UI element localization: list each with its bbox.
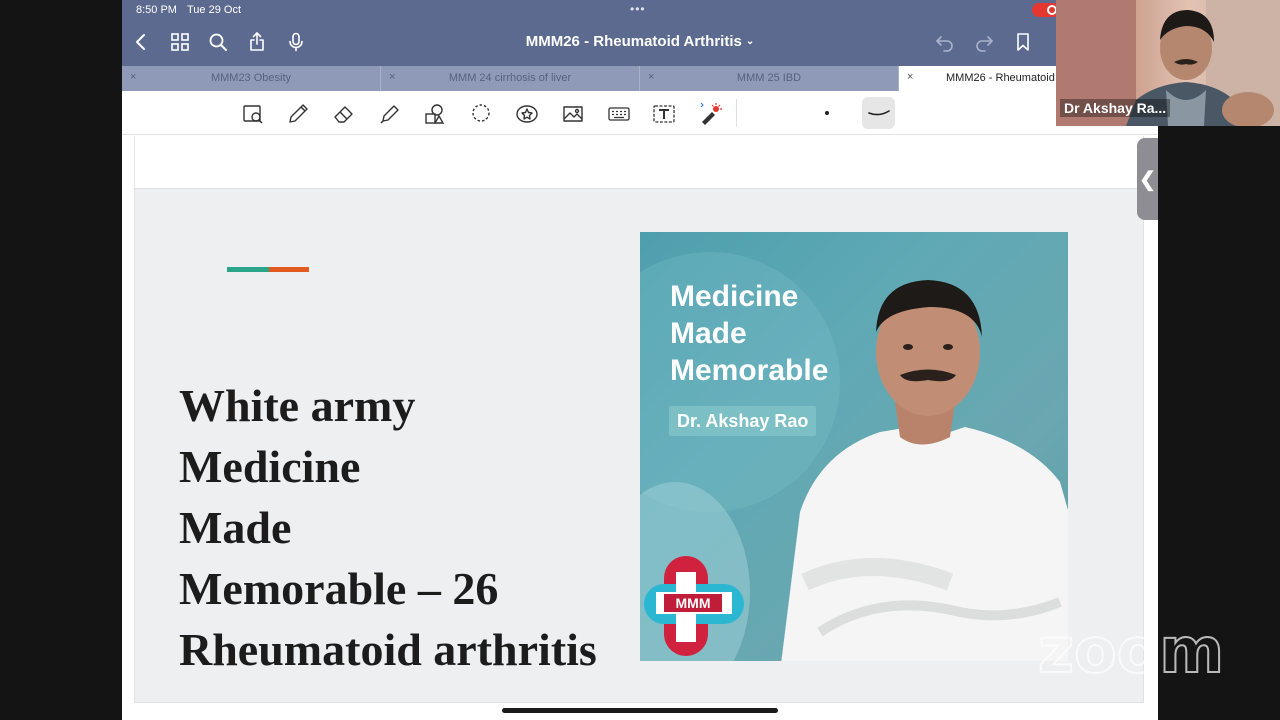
zoom-lasso-icon bbox=[243, 105, 263, 124]
annotation-toolbar bbox=[122, 91, 1158, 135]
accent-line-teal bbox=[227, 267, 269, 272]
cover-author-label: Dr. Akshay Rao bbox=[669, 406, 817, 436]
cover-heading-line: Medicine bbox=[670, 280, 799, 313]
image-tool[interactable] bbox=[560, 101, 586, 127]
microphone-button[interactable] bbox=[285, 31, 307, 53]
highlighter-icon bbox=[380, 105, 399, 124]
tab-mmm25-ibd[interactable]: × MMM 25 IBD bbox=[640, 66, 899, 91]
screen: 8:50 PM Tue 29 Oct ••• MMM26 - Rheumatoi… bbox=[0, 0, 1280, 720]
lasso-tool[interactable] bbox=[468, 101, 494, 127]
slide-title-line: Made bbox=[179, 502, 292, 553]
tab-mmm24-cirrhosis[interactable]: × MMM 24 cirrhosis of liver bbox=[381, 66, 640, 91]
slide-title-line: Rheumatoid arthritis bbox=[179, 624, 597, 675]
stroke-style-selector[interactable] bbox=[862, 97, 895, 129]
stroke-size-dot-icon[interactable] bbox=[825, 111, 829, 115]
toolbar-divider bbox=[736, 99, 737, 127]
top-navigation-bar: 8:50 PM Tue 29 Oct ••• MMM26 - Rheumatoi… bbox=[122, 0, 1158, 66]
slide-page[interactable]: White army Medicine Made Memorable – 26 … bbox=[134, 188, 1144, 703]
microphone-icon bbox=[289, 32, 303, 52]
image-icon bbox=[563, 106, 583, 122]
redo-icon bbox=[976, 36, 993, 52]
slide-title-line: Memorable – 26 bbox=[179, 563, 499, 614]
document-title-button[interactable]: MMM26 - Rheumatoid Arthritis ⌄ bbox=[526, 33, 755, 50]
participant-name-label: Dr Akshay Ra... bbox=[1060, 99, 1171, 117]
laser-pointer-tool[interactable] bbox=[697, 101, 723, 127]
undo-button[interactable] bbox=[934, 31, 956, 53]
shapes-icon bbox=[425, 104, 445, 124]
back-chevron-icon bbox=[136, 34, 145, 50]
text-box-icon bbox=[653, 105, 675, 123]
bookmark-button[interactable] bbox=[1012, 31, 1034, 53]
accent-line-orange bbox=[269, 267, 309, 272]
cover-heading-line: Made bbox=[670, 317, 747, 350]
tab-label: MMM 25 IBD bbox=[736, 72, 802, 84]
lasso-icon bbox=[472, 104, 490, 122]
multitasking-dots[interactable]: ••• bbox=[630, 2, 646, 16]
redo-button[interactable] bbox=[973, 31, 995, 53]
document-tab-bar: × MMM23 Obesity × MMM 24 cirrhosis of li… bbox=[122, 66, 1158, 91]
curve-stroke-icon bbox=[867, 110, 890, 116]
tab-mmm23-obesity[interactable]: × MMM23 Obesity bbox=[122, 66, 381, 91]
mmm-cross-logo: MMM bbox=[644, 556, 744, 656]
document-canvas[interactable]: White army Medicine Made Memorable – 26 … bbox=[122, 136, 1158, 720]
status-time: 8:50 PM bbox=[136, 4, 177, 16]
grid-icon bbox=[171, 33, 189, 51]
undo-icon bbox=[936, 36, 953, 52]
bookmark-icon bbox=[1017, 33, 1029, 51]
keyboard-tool[interactable] bbox=[606, 101, 632, 127]
slide-title-line: Medicine bbox=[179, 441, 361, 492]
text-box-tool[interactable] bbox=[651, 101, 677, 127]
eraser-tool[interactable] bbox=[331, 101, 357, 127]
sticker-tool[interactable] bbox=[514, 101, 540, 127]
search-button[interactable] bbox=[207, 31, 229, 53]
previous-page-bottom bbox=[134, 136, 1144, 188]
side-panel-handle[interactable]: ❮ bbox=[1137, 138, 1158, 220]
thumbnails-button[interactable] bbox=[169, 31, 191, 53]
slide-title-line: White army bbox=[179, 380, 416, 431]
search-icon bbox=[209, 33, 227, 51]
zoom-lasso-tool[interactable] bbox=[240, 101, 266, 127]
mmm-logo-text: MMM bbox=[676, 595, 711, 611]
pen-icon bbox=[289, 104, 308, 123]
cover-heading: Medicine Made Memorable bbox=[670, 278, 828, 389]
share-button[interactable] bbox=[246, 31, 268, 53]
zoom-watermark-text: zoom bbox=[1038, 620, 1224, 684]
ipad-screen: 8:50 PM Tue 29 Oct ••• MMM26 - Rheumatoi… bbox=[122, 0, 1158, 720]
sticker-icon bbox=[516, 105, 538, 123]
cover-heading-line: Memorable bbox=[670, 354, 829, 387]
eraser-icon bbox=[334, 106, 353, 123]
back-button[interactable] bbox=[130, 31, 152, 53]
slide-title: White army Medicine Made Memorable – 26 … bbox=[179, 375, 649, 680]
chevron-down-icon: ⌄ bbox=[745, 36, 755, 47]
tab-label: MMM23 Obesity bbox=[210, 72, 292, 84]
document-title-text: MMM26 - Rheumatoid Arthritis bbox=[525, 33, 742, 50]
status-date: Tue 29 Oct bbox=[187, 4, 242, 16]
zoom-watermark-logo: zoom bbox=[1037, 620, 1225, 684]
home-indicator[interactable] bbox=[502, 708, 778, 713]
keyboard-icon bbox=[608, 107, 630, 121]
highlighter-tool[interactable] bbox=[377, 101, 403, 127]
share-icon bbox=[250, 32, 264, 51]
shapes-tool[interactable] bbox=[422, 101, 448, 127]
tab-label: MMM 24 cirrhosis of liver bbox=[448, 72, 572, 84]
document-title: MMM26 - Rheumatoid Arthritis ⌄ bbox=[122, 33, 1158, 50]
participant-video-tile[interactable]: Dr Akshay Ra... bbox=[1056, 0, 1280, 126]
laser-pointer-icon bbox=[700, 102, 722, 125]
pen-tool[interactable] bbox=[285, 101, 311, 127]
podcast-cover-image: Medicine Made Memorable Dr. Akshay Rao M… bbox=[640, 232, 1068, 661]
chevron-left-icon: ❮ bbox=[1139, 168, 1156, 191]
